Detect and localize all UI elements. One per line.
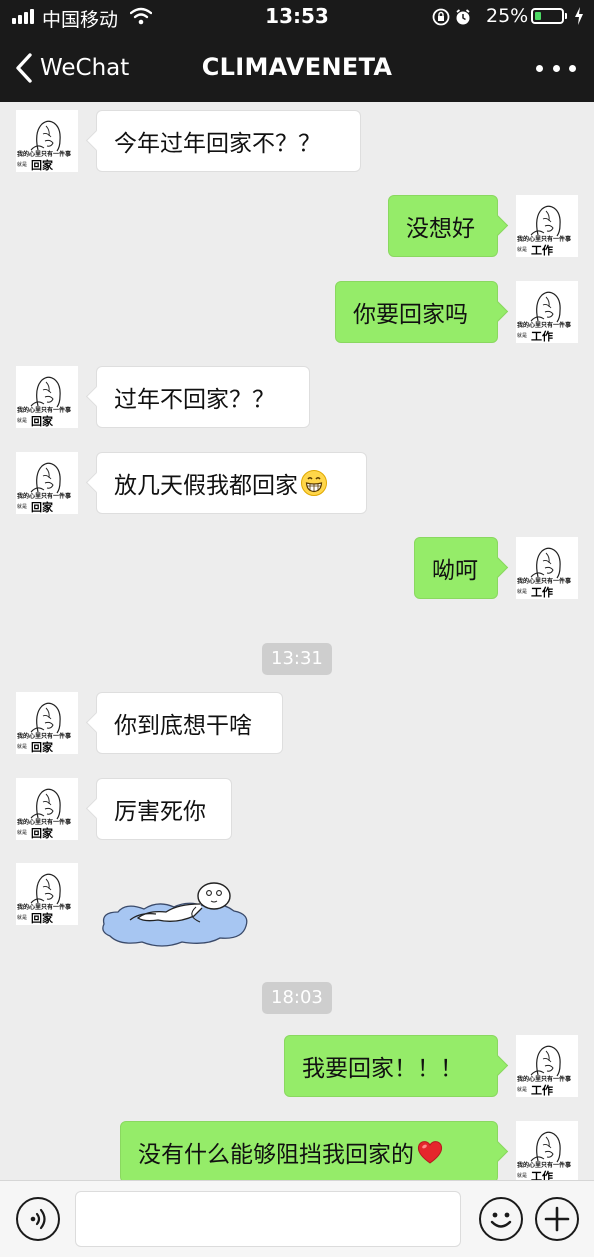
input-bar [0, 1180, 594, 1257]
outgoing-message-bubble[interactable]: 没有什么能够阻挡我回家的 [120, 1121, 498, 1180]
avatar-caption-main: 工作 [531, 1170, 553, 1180]
avatar-caption-main: 回家 [31, 501, 53, 514]
plus-icon [544, 1206, 570, 1232]
incoming-message-bubble[interactable]: 今年过年回家不？？ [96, 110, 361, 172]
grinning-face-emoji [301, 470, 327, 496]
avatar-caption-main: 回家 [31, 159, 53, 172]
outgoing-message-bubble[interactable]: 没想好 [388, 195, 498, 257]
incoming-message-bubble[interactable]: 过年不回家？？ [96, 366, 310, 428]
ellipsis-icon [536, 64, 543, 72]
avatar[interactable]: 我的心里只有一件事 就是 工作 [516, 1035, 578, 1097]
charging-icon [575, 7, 583, 25]
battery-icon [531, 8, 564, 24]
message-text: 放几天假我都回家 [114, 473, 298, 499]
outgoing-message-bubble[interactable]: 呦呵 [414, 537, 498, 599]
avatar-caption-main: 工作 [531, 244, 553, 257]
avatar-caption-main: 工作 [531, 330, 553, 343]
message-text: 今年过年回家不？？ [114, 131, 321, 157]
message-text: 我要回家！！！ [302, 1056, 463, 1082]
avatar[interactable]: 我的心里只有一件事 就是 工作 [516, 195, 578, 257]
avatar-caption-small: 就是 [517, 1173, 528, 1179]
message-text: 过年不回家？？ [114, 387, 275, 413]
message-text: 你到底想干啥 [114, 713, 252, 739]
avatar-caption-small: 就是 [17, 915, 28, 921]
incoming-message-bubble[interactable]: 厉害死你 [96, 778, 232, 840]
navigation-bar: 中国移动 13:53 25% WeChat CLIMAVENETA [0, 0, 594, 102]
rotation-lock-and-alarm-icons [432, 8, 470, 26]
battery-level [535, 12, 541, 20]
avatar-caption-small: 就是 [517, 247, 528, 253]
avatar[interactable]: 我的心里只有一件事 就是 回家 [16, 452, 78, 514]
more-button[interactable] [536, 58, 576, 78]
avatar-caption-small: 就是 [17, 162, 28, 168]
avatar-caption-small: 就是 [17, 504, 28, 510]
person-lying-in-puddle-sticker[interactable] [96, 874, 250, 954]
avatar-caption-main: 回家 [31, 827, 53, 840]
battery-percentage: 25% [486, 5, 529, 27]
voice-icon [30, 1208, 46, 1230]
incoming-message-bubble[interactable]: 你到底想干啥 [96, 692, 283, 754]
avatar-caption-small: 就是 [17, 418, 28, 424]
time-divider: 13:31 [262, 643, 332, 675]
back-button[interactable]: WeChat [14, 50, 129, 86]
avatar[interactable]: 我的心里只有一件事 就是 工作 [516, 281, 578, 343]
avatar[interactable]: 我的心里只有一件事 就是 回家 [16, 863, 78, 925]
plus-button[interactable] [535, 1197, 579, 1241]
message-text: 呦呵 [432, 558, 478, 584]
avatar[interactable]: 我的心里只有一件事 就是 工作 [516, 537, 578, 599]
chevron-left-icon [16, 53, 32, 83]
avatar-caption-main: 回家 [31, 741, 53, 754]
avatar[interactable]: 我的心里只有一件事 就是 回家 [16, 778, 78, 840]
voice-button[interactable] [16, 1197, 60, 1241]
message-input[interactable] [75, 1191, 461, 1247]
message-list[interactable]: 我的心里只有一件事 就是 回家 今年过年回家不？？ 我的心里只有一件事 就是 工作 没想好 我的… [0, 102, 594, 1180]
avatar[interactable]: 我的心里只有一件事 就是 工作 [516, 1121, 578, 1180]
avatar-caption-main: 回家 [31, 912, 53, 925]
emoji-button[interactable] [479, 1197, 523, 1241]
avatar-caption-main: 工作 [531, 586, 553, 599]
avatar[interactable]: 我的心里只有一件事 就是 回家 [16, 110, 78, 172]
avatar-caption-small: 就是 [517, 1087, 528, 1093]
battery-nub [565, 13, 567, 19]
message-text: 没想好 [406, 216, 475, 242]
avatar[interactable]: 我的心里只有一件事 就是 回家 [16, 366, 78, 428]
avatar-caption-small: 就是 [517, 589, 528, 595]
outgoing-message-bubble[interactable]: 我要回家！！！ [284, 1035, 498, 1097]
avatar-caption-small: 就是 [17, 744, 28, 750]
message-text: 你要回家吗 [353, 302, 468, 328]
avatar-caption-small: 就是 [17, 830, 28, 836]
avatar-caption-main: 工作 [531, 1084, 553, 1097]
time-divider: 18:03 [262, 982, 332, 1014]
message-text: 厉害死你 [114, 799, 206, 825]
red-heart-emoji [417, 1141, 443, 1164]
smiley-icon [490, 1212, 512, 1228]
incoming-message-bubble[interactable]: 放几天假我都回家 [96, 452, 367, 514]
back-label: WeChat [40, 55, 130, 81]
avatar[interactable]: 我的心里只有一件事 就是 回家 [16, 692, 78, 754]
message-text: 没有什么能够阻挡我回家的 [138, 1142, 414, 1168]
status-bar: 中国移动 13:53 25% [0, 0, 594, 34]
avatar-caption-main: 回家 [31, 415, 53, 428]
outgoing-message-bubble[interactable]: 你要回家吗 [335, 281, 498, 343]
avatar-caption-small: 就是 [517, 333, 528, 339]
